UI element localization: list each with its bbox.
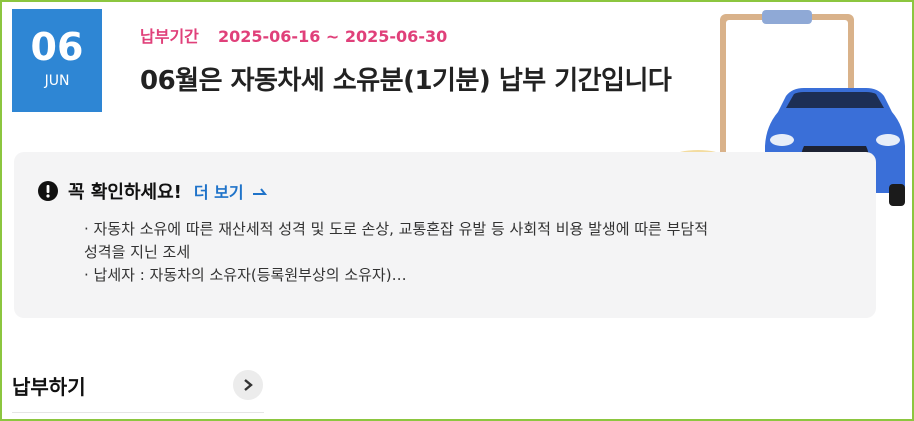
info-box: 꼭 확인하세요! 더 보기 · 자동차 소유에 따른 재산세적 성격 및 도로 …: [14, 152, 876, 318]
more-link[interactable]: 더 보기: [194, 179, 268, 203]
notice-card: 06 JUN 납부기간 2025-06-16 ~ 2025-06-30 06월은…: [0, 0, 914, 421]
check-header: 꼭 확인하세요! 더 보기: [38, 178, 268, 204]
notice-title: 06월은 자동차세 소유분(1기분) 납부 기간입니다: [140, 66, 672, 96]
info-line-1: · 자동차 소유에 따른 재산세적 성격 및 도로 손상, 교통혼잡 유발 등 …: [84, 220, 709, 238]
pay-title[interactable]: 납부하기: [12, 371, 86, 400]
pay-row[interactable]: 납부하기: [12, 366, 264, 413]
date-day: 06: [30, 25, 84, 69]
info-description: · 자동차 소유에 따른 재산세적 성격 및 도로 손상, 교통혼잡 유발 등 …: [84, 218, 844, 287]
chevron-right-icon[interactable]: [242, 378, 254, 392]
info-line-3: · 납세자 : 자동차의 소유자(등록원부상의 소유자)…: [84, 266, 407, 284]
info-line-2: 성격을 지닌 조세: [84, 243, 191, 261]
period-range: 2025-06-16 ~ 2025-06-30: [217, 27, 448, 46]
period-label: 납부기간: [140, 27, 199, 46]
pay-button[interactable]: [233, 370, 263, 400]
check-title: 꼭 확인하세요!: [68, 182, 182, 203]
payment-period: 납부기간 2025-06-16 ~ 2025-06-30: [140, 23, 447, 47]
date-month: JUN: [44, 73, 70, 89]
more-label[interactable]: 더 보기: [194, 179, 244, 203]
date-badge: 06 JUN: [12, 9, 102, 112]
exclamation-circle-icon: [38, 181, 58, 201]
arrow-right-icon[interactable]: [252, 185, 268, 197]
